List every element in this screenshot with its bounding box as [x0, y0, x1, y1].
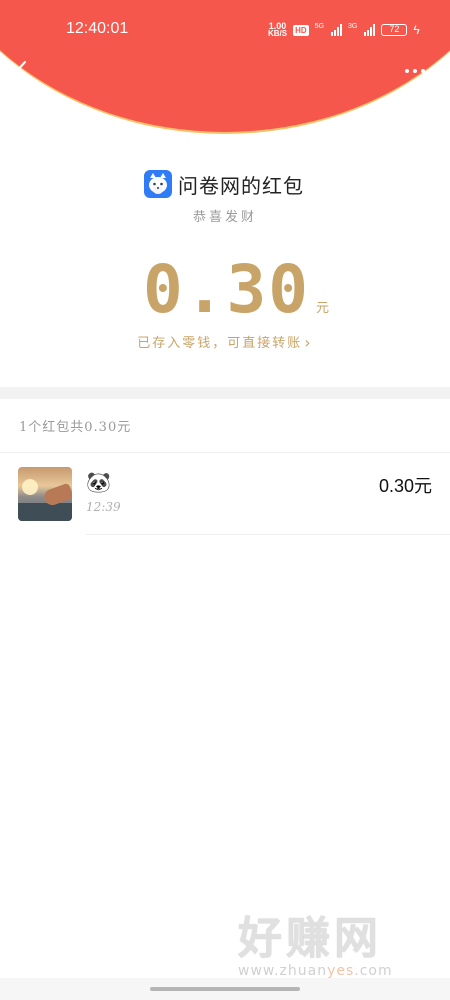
receiver-name: 🐼 — [86, 470, 111, 494]
receive-time: 12:39 — [86, 500, 121, 514]
list-item[interactable]: 🐼 12:39 0.30元 — [0, 462, 450, 535]
status-indicators: 1.00 KB/S HD 5G 3G 72 ϟ — [268, 20, 420, 40]
red-envelope-header: 12:40:01 1.00 KB/S HD 5G 3G 72 ϟ — [0, 0, 450, 136]
signal-icon-2 — [364, 24, 376, 36]
home-gesture-bar[interactable] — [150, 987, 300, 991]
envelope-summary: 1个红包共0.30元 — [19, 420, 132, 435]
watermark-url: www.zhuanyes.com — [238, 963, 393, 979]
section-divider — [0, 387, 450, 399]
amount-display: 0.30 元 — [0, 252, 450, 328]
net-speed: 1.00 KB/S — [268, 22, 287, 38]
sender-row: 问卷网的红包 — [144, 168, 304, 200]
chevron-left-icon — [14, 60, 27, 84]
amount-unit: 元 — [315, 301, 329, 316]
chevron-right-icon: › — [304, 333, 313, 352]
hd-icon: HD — [293, 24, 309, 36]
net-speed-unit: KB/S — [268, 29, 288, 38]
network-type-label: 5G — [314, 22, 325, 30]
divider — [0, 452, 450, 453]
avatar[interactable] — [18, 467, 72, 521]
divider — [86, 534, 450, 535]
saved-to-wallet-link[interactable]: 已存入零钱，可直接转账 › — [0, 332, 450, 352]
saved-to-wallet-text: 已存入零钱，可直接转账 — [137, 336, 303, 351]
status-time: 12:40:01 — [66, 20, 129, 37]
signal-icon — [331, 24, 343, 36]
more-button[interactable] — [405, 64, 429, 78]
watermark-title: 好赚网 — [238, 913, 382, 964]
battery-level: 72 — [389, 24, 400, 34]
network-type-label-2: 3G — [348, 22, 358, 30]
more-dots-icon — [405, 69, 409, 73]
charging-icon: ϟ — [413, 23, 420, 37]
back-button[interactable] — [10, 58, 34, 86]
fox-app-icon — [144, 170, 172, 198]
receive-amount: 0.30元 — [378, 476, 432, 496]
sender-name: 问卷网的红包 — [178, 173, 304, 198]
blessing-text: 恭喜发财 — [192, 210, 257, 225]
battery-icon: 72 — [381, 24, 408, 36]
received-amount: 0.30 — [143, 251, 310, 328]
